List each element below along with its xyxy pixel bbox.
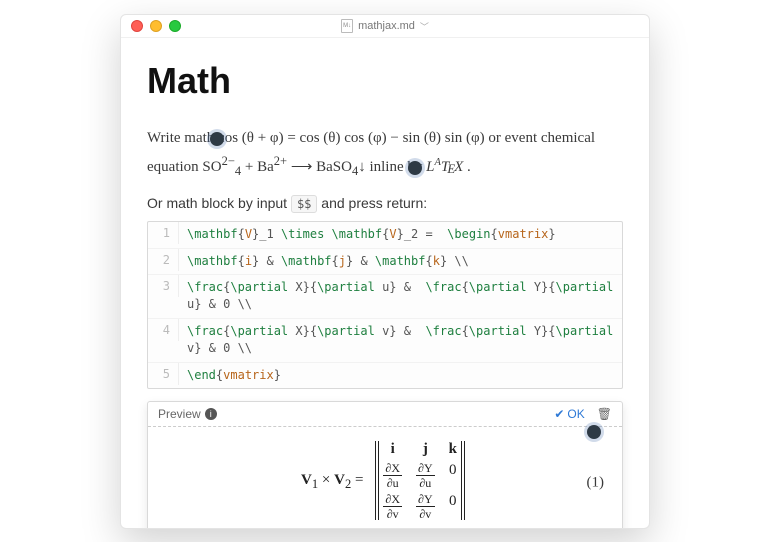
line-number: 2 bbox=[148, 249, 179, 271]
math-preview-panel: Preview i ✔ OK 🗑 V1 × V2 = bbox=[147, 401, 623, 529]
code-source[interactable]: \end{vmatrix} bbox=[179, 363, 622, 388]
equation-number: (1) bbox=[587, 474, 605, 491]
document-body[interactable]: Math Write math cos (θ + φ) = cos (θ) co… bbox=[121, 38, 649, 529]
document-filename: mathjax.md bbox=[358, 20, 415, 32]
inline-chem-equation: SO2−4 + Ba2+ ⟶ BaSO4↓ bbox=[202, 159, 369, 175]
line-number: 5 bbox=[148, 363, 179, 385]
code-line[interactable]: 2\mathbf{i} & \mathbf{j} & \mathbf{k} \\ bbox=[148, 249, 622, 275]
kbd-dollar-dollar: $$ bbox=[291, 195, 317, 213]
line-number: 3 bbox=[148, 275, 179, 297]
code-source[interactable]: \mathbf{V}_1 \times \mathbf{V}_2 = \begi… bbox=[179, 222, 622, 247]
line-number: 1 bbox=[148, 222, 179, 244]
text: Write math bbox=[147, 130, 218, 146]
equation-lhs: V1 × V2 = bbox=[301, 472, 363, 489]
code-source[interactable]: \mathbf{i} & \mathbf{j} & \mathbf{k} \\ bbox=[179, 249, 622, 274]
preview-header: Preview i ✔ OK 🗑 bbox=[148, 402, 622, 427]
delete-button[interactable]: 🗑 bbox=[597, 407, 612, 421]
text: . bbox=[467, 159, 471, 175]
hint-dot bbox=[408, 161, 422, 175]
text: Or math block by input bbox=[147, 195, 291, 211]
matrix-header: k bbox=[449, 441, 457, 458]
code-line[interactable]: 1\mathbf{V}_1 \times \mathbf{V}_2 = \beg… bbox=[148, 222, 622, 248]
matrix-header: j bbox=[416, 441, 435, 458]
ok-button[interactable]: ✔ OK bbox=[554, 407, 584, 421]
math-source-editor[interactable]: 1\mathbf{V}_1 \times \mathbf{V}_2 = \beg… bbox=[147, 221, 623, 389]
text: and press return: bbox=[321, 195, 427, 211]
ok-label: OK bbox=[567, 407, 584, 421]
matrix-cell: 0 bbox=[449, 493, 457, 520]
matrix-cell: ∂X∂u bbox=[383, 462, 402, 489]
matrix-header: i bbox=[383, 441, 402, 458]
code-line[interactable]: 5\end{vmatrix} bbox=[148, 363, 622, 388]
code-line[interactable]: 3\frac{\partial X}{\partial u} & \frac{\… bbox=[148, 275, 622, 319]
matrix-cell: ∂Y∂u bbox=[416, 462, 435, 489]
info-icon[interactable]: i bbox=[205, 408, 217, 420]
matrix-cell: 0 bbox=[449, 462, 457, 489]
matrix-cell: ∂Y∂v bbox=[416, 493, 435, 520]
editor-window: M↓ mathjax.md ﹀ Math Write math cos (θ +… bbox=[120, 14, 650, 529]
file-icon: M↓ bbox=[341, 19, 353, 33]
code-source[interactable]: \frac{\partial X}{\partial v} & \frac{\p… bbox=[179, 319, 622, 362]
line-number: 4 bbox=[148, 319, 179, 341]
page-heading: Math bbox=[147, 60, 623, 102]
instruction-paragraph: Or math block by input $$ and press retu… bbox=[147, 195, 623, 211]
titlebar: M↓ mathjax.md ﹀ bbox=[121, 15, 649, 38]
hint-dot bbox=[210, 132, 224, 146]
trash-icon: 🗑 bbox=[597, 407, 612, 421]
latex-logo: LATEX bbox=[426, 159, 467, 175]
matrix-cell: ∂X∂v bbox=[383, 493, 402, 520]
inline-math-trig: cos (θ + φ) = cos (θ) cos (φ) − sin (θ) … bbox=[218, 130, 485, 146]
title-center: M↓ mathjax.md ﹀ bbox=[121, 15, 649, 37]
preview-label: Preview bbox=[158, 407, 201, 421]
hint-dot bbox=[587, 425, 601, 439]
code-line[interactable]: 4\frac{\partial X}{\partial v} & \frac{\… bbox=[148, 319, 622, 363]
title-menu-chevron-icon[interactable]: ﹀ bbox=[420, 20, 429, 33]
determinant: i j k ∂X∂u ∂Y∂u 0 ∂X∂v ∂Y∂v 0 bbox=[371, 441, 469, 520]
preview-body: V1 × V2 = i j k ∂X∂u ∂Y∂u 0 ∂ bbox=[148, 427, 622, 529]
code-source[interactable]: \frac{\partial X}{\partial u} & \frac{\p… bbox=[179, 275, 622, 318]
rendered-equation: V1 × V2 = i j k ∂X∂u ∂Y∂u 0 ∂ bbox=[158, 441, 612, 520]
check-icon: ✔ bbox=[554, 407, 564, 421]
